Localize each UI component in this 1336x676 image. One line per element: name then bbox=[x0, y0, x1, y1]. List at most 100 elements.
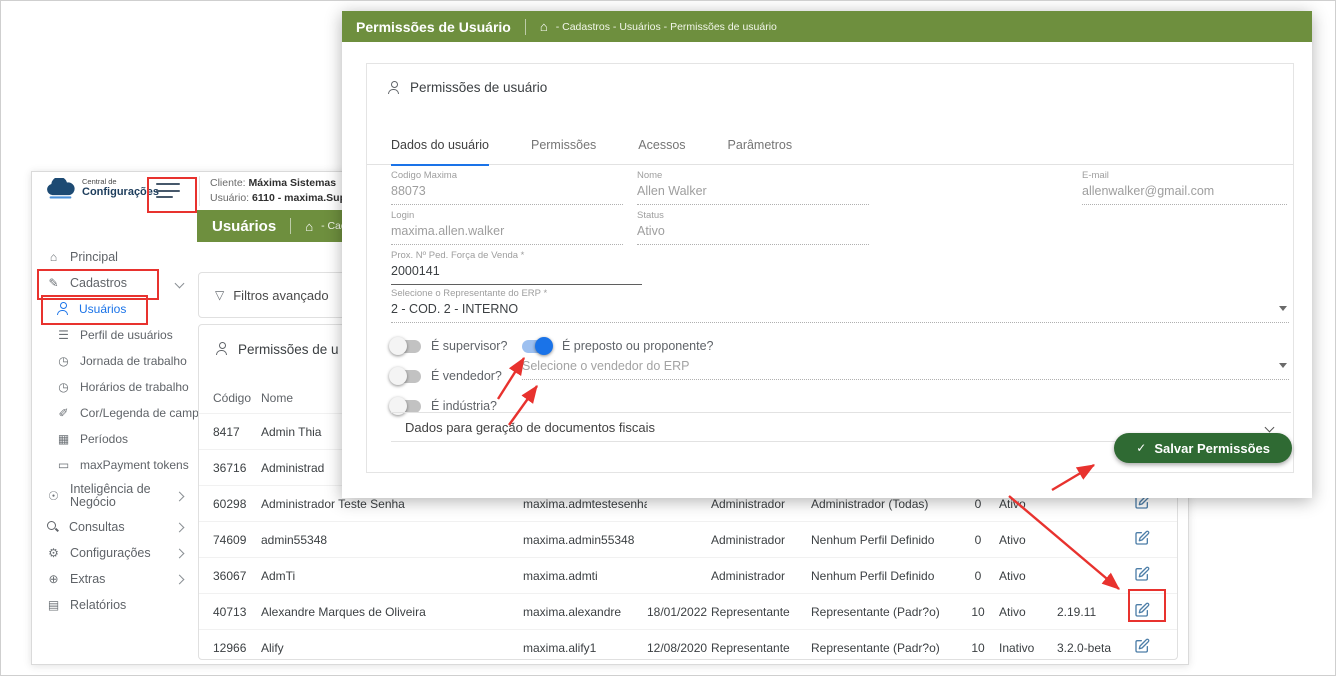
sidebar-item-perfil-de-usuarios[interactable]: ☰ Perfil de usuários bbox=[32, 322, 197, 348]
permissions-modal: Permissões de Usuário ⌂ - Cadastros - Us… bbox=[342, 11, 1312, 498]
chevron-right-icon bbox=[175, 522, 185, 532]
sidebar-item-inteligencia-de-negocio[interactable]: ☉ Inteligência de Negócio bbox=[32, 478, 197, 514]
edit-icon[interactable] bbox=[1134, 602, 1150, 618]
cell-codigo: 60298 bbox=[213, 497, 261, 511]
header-divider bbox=[199, 176, 200, 206]
logo-line-1: Central de bbox=[82, 178, 159, 186]
cell-nome: Administrador Teste Senha bbox=[261, 497, 523, 511]
tab-dados-do-usuario[interactable]: Dados do usuário bbox=[391, 138, 489, 166]
cell-codigo: 12966 bbox=[213, 641, 261, 655]
cell-login: maxima.alify1 bbox=[523, 641, 647, 655]
person-icon bbox=[215, 342, 229, 356]
edit-icon[interactable] bbox=[1134, 530, 1150, 546]
cell-status: Ativo bbox=[999, 497, 1057, 511]
cell-num: 10 bbox=[957, 641, 999, 655]
header-codigo: Código bbox=[213, 391, 261, 405]
cell-perfil: Representante (Padr?o) bbox=[811, 605, 957, 619]
chevron-down-icon bbox=[1265, 422, 1275, 432]
users-icon bbox=[56, 302, 70, 316]
chevron-down-icon bbox=[175, 278, 185, 288]
home-icon: ⌂ bbox=[46, 250, 61, 264]
bulb-icon: ☉ bbox=[46, 489, 61, 503]
edit-icon[interactable] bbox=[1134, 638, 1150, 654]
cell-tipo: Administrador bbox=[711, 533, 811, 547]
sidebar-item-periodos[interactable]: ▦ Períodos bbox=[32, 426, 197, 452]
vendedor-erp-select[interactable]: Selecione o vendedor do ERP bbox=[522, 359, 1289, 380]
sidebar-item-configuracoes[interactable]: ⚙ Configurações bbox=[32, 540, 197, 566]
vendedor-toggle[interactable] bbox=[391, 370, 421, 383]
field-prox-num-pedido[interactable]: Prox. Nº Ped. Força de Venda * 2000141 bbox=[391, 250, 642, 285]
cell-tipo: Administrador bbox=[711, 569, 811, 583]
app-logo: Central de Configurações bbox=[44, 178, 159, 199]
supervisor-toggle[interactable] bbox=[391, 340, 421, 353]
preposto-toggle-row: É preposto ou proponente? bbox=[522, 336, 714, 356]
sidebar-item-horarios-de-trabalho[interactable]: ◷ Horários de trabalho bbox=[32, 374, 197, 400]
plus-icon: ⊕ bbox=[46, 572, 61, 586]
save-permissions-button[interactable]: ✓ Salvar Permissões bbox=[1114, 433, 1292, 463]
field-codigo-maxima[interactable]: Codigo Maxima 88073 bbox=[391, 170, 623, 205]
tab-permissoes[interactable]: Permissões bbox=[531, 138, 596, 164]
gear-icon: ⚙ bbox=[46, 546, 61, 560]
home-icon: ⌂ bbox=[540, 19, 548, 34]
cloud-logo-icon bbox=[44, 178, 76, 199]
card-icon: ▭ bbox=[56, 458, 71, 472]
sidebar-item-relatorios[interactable]: ▤ Relatórios bbox=[32, 592, 197, 618]
title-divider bbox=[525, 19, 526, 35]
cell-codigo: 36716 bbox=[213, 461, 261, 475]
modal-title: Permissões de Usuário bbox=[356, 19, 511, 35]
cell-tipo: Administrador bbox=[711, 497, 811, 511]
field-nome[interactable]: Nome Allen Walker bbox=[637, 170, 869, 205]
cell-status: Inativo bbox=[999, 641, 1057, 655]
sidebar-item-maxpayment-tokens[interactable]: ▭ maxPayment tokens bbox=[32, 452, 197, 478]
cell-data: 12/08/2020 bbox=[647, 641, 711, 655]
dropdown-caret-icon bbox=[1279, 363, 1287, 368]
cell-status: Ativo bbox=[999, 569, 1057, 583]
industria-toggle[interactable] bbox=[391, 400, 421, 413]
cell-login: maxima.admtestesenha bbox=[523, 497, 647, 511]
dropdown-caret-icon bbox=[1279, 306, 1287, 311]
clock-icon: ◷ bbox=[56, 380, 71, 394]
cell-login: maxima.admin55348 bbox=[523, 533, 647, 547]
sidebar-item-consultas[interactable]: Consultas bbox=[32, 514, 197, 540]
pen-icon: ✐ bbox=[56, 406, 71, 420]
table-row: 36067 AdmTi maxima.admti Administrador N… bbox=[199, 557, 1177, 593]
panel-title: Permissões de usuário bbox=[387, 80, 547, 95]
cell-login: maxima.alexandre bbox=[523, 605, 647, 619]
sidebar-item-cadastros[interactable]: ✎ Cadastros bbox=[32, 270, 197, 296]
sidebar-item-extras[interactable]: ⊕ Extras bbox=[32, 566, 197, 592]
tab-bar: Dados do usuário Permissões Acessos Parâ… bbox=[367, 138, 1293, 165]
cell-codigo: 40713 bbox=[213, 605, 261, 619]
cell-nome: admin55348 bbox=[261, 533, 523, 547]
sidebar-item-cor-legenda-de-campos[interactable]: ✐ Cor/Legenda de campos bbox=[32, 400, 197, 426]
edit-icon[interactable] bbox=[1134, 566, 1150, 582]
field-status[interactable]: Status Ativo bbox=[637, 210, 869, 245]
field-email[interactable]: E-mail allenwalker@gmail.com bbox=[1082, 170, 1287, 205]
cell-nome: Alexandre Marques de Oliveira bbox=[261, 605, 523, 619]
report-icon: ▤ bbox=[46, 598, 61, 612]
cell-nome: AdmTi bbox=[261, 569, 523, 583]
cell-tipo: Representante bbox=[711, 641, 811, 655]
preposto-toggle[interactable] bbox=[522, 340, 552, 353]
sidebar-item-principal[interactable]: ⌂ Principal bbox=[32, 244, 197, 270]
cell-perfil: Representante (Padr?o) bbox=[811, 641, 957, 655]
cell-codigo: 36067 bbox=[213, 569, 261, 583]
cell-num: 10 bbox=[957, 605, 999, 619]
modal-header: Permissões de Usuário ⌂ - Cadastros - Us… bbox=[342, 11, 1312, 42]
menu-toggle-icon[interactable] bbox=[156, 183, 180, 198]
sidebar-item-jornada-de-trabalho[interactable]: ◷ Jornada de trabalho bbox=[32, 348, 197, 374]
cell-status: Ativo bbox=[999, 605, 1057, 619]
title-divider bbox=[290, 218, 291, 234]
table-row: 74609 admin55348 maxima.admin55348 Admin… bbox=[199, 521, 1177, 557]
tab-acessos[interactable]: Acessos bbox=[638, 138, 685, 164]
logo-line-2: Configurações bbox=[82, 186, 159, 199]
cell-codigo: 8417 bbox=[213, 425, 261, 439]
home-icon: ⌂ bbox=[305, 219, 313, 234]
tab-parametros[interactable]: Parâmetros bbox=[728, 138, 793, 164]
filter-icon: ▽ bbox=[215, 288, 224, 302]
field-login[interactable]: Login maxima.allen.walker bbox=[391, 210, 623, 245]
pencil-icon: ✎ bbox=[46, 276, 61, 290]
cell-codigo: 74609 bbox=[213, 533, 261, 547]
sidebar-item-usuarios[interactable]: Usuários bbox=[32, 296, 197, 322]
chevron-right-icon bbox=[175, 548, 185, 558]
field-representante-erp[interactable]: Selecione o Representante do ERP * 2 - C… bbox=[391, 288, 1289, 323]
